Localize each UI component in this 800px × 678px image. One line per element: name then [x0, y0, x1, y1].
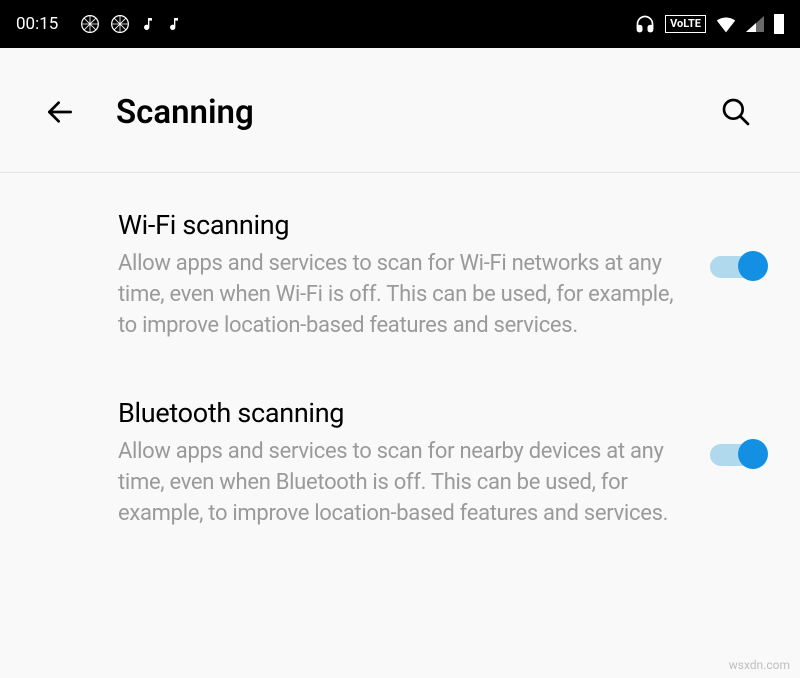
status-bar-right: VoLTE	[635, 14, 784, 34]
search-button[interactable]	[712, 88, 760, 136]
setting-wifi-scanning[interactable]: Wi-Fi scanning Allow apps and services t…	[0, 173, 800, 361]
toggle-container	[710, 209, 766, 279]
music-note-icon-2	[166, 16, 182, 32]
search-icon	[720, 96, 752, 128]
battery-icon	[774, 14, 784, 34]
app-header: Scanning	[0, 48, 800, 173]
status-bar-left: 00:15	[16, 14, 182, 34]
app-icon-2	[110, 14, 130, 34]
status-time: 00:15	[16, 14, 58, 34]
app-icon-1	[80, 14, 100, 34]
page-title: Scanning	[116, 93, 712, 132]
setting-text: Wi-Fi scanning Allow apps and services t…	[118, 209, 710, 341]
wifi-icon	[716, 15, 736, 33]
toggle-container	[710, 397, 766, 467]
volte-badge: VoLTE	[665, 15, 706, 33]
setting-text: Bluetooth scanning Allow apps and servic…	[118, 397, 710, 529]
setting-bluetooth-scanning[interactable]: Bluetooth scanning Allow apps and servic…	[0, 361, 800, 549]
setting-title: Bluetooth scanning	[118, 397, 680, 429]
back-button[interactable]	[36, 88, 84, 136]
setting-description: Allow apps and services to scan for near…	[118, 437, 680, 529]
headphones-icon	[635, 14, 655, 34]
wifi-scanning-toggle[interactable]	[710, 255, 766, 279]
status-bar: 00:15 VoLTE	[0, 0, 800, 48]
setting-title: Wi-Fi scanning	[118, 209, 680, 241]
watermark: wsxdn.com	[729, 658, 790, 672]
settings-list: Wi-Fi scanning Allow apps and services t…	[0, 173, 800, 550]
music-note-icon-1	[140, 16, 156, 32]
arrow-left-icon	[44, 96, 76, 128]
setting-description: Allow apps and services to scan for Wi-F…	[118, 249, 680, 341]
notification-icons	[80, 14, 182, 34]
bluetooth-scanning-toggle[interactable]	[710, 443, 766, 467]
signal-icon	[746, 16, 764, 32]
